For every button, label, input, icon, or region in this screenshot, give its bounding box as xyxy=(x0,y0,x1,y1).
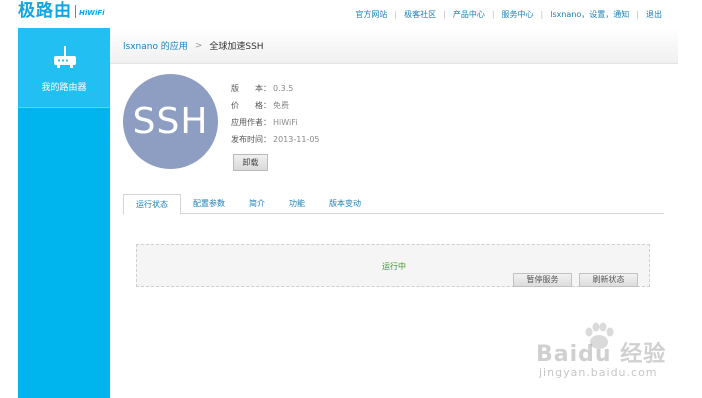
logo-text: 极路由 xyxy=(18,1,72,21)
price-label: 价 格： xyxy=(231,101,271,110)
author-value: HiWiFi xyxy=(273,118,298,127)
running-status-text: 运行中 xyxy=(382,262,406,271)
version-value: 0.3.5 xyxy=(273,84,294,93)
top-nav: 官方网站 | 极客社区 | 产品中心 | 服务中心 | lsxnano，设置，通… xyxy=(355,9,662,20)
nav-service-center[interactable]: 服务中心 xyxy=(502,9,534,20)
hiwifi-logo[interactable]: 极路由 HiWiFi xyxy=(18,1,105,21)
detail-row-release-date: 发布时间： 2013-11-05 xyxy=(231,135,320,152)
pause-service-button[interactable]: 暂停服务 xyxy=(513,273,572,287)
nav-user-settings[interactable]: lsxnano，设置，通知 xyxy=(550,9,629,20)
version-label: 版 本： xyxy=(231,84,271,93)
detail-row-price: 价 格： 免费 xyxy=(231,101,320,118)
status-panel: 运行中 暂停服务 刷新状态 xyxy=(136,244,650,287)
refresh-status-button[interactable]: 刷新状态 xyxy=(579,273,638,287)
nav-logout[interactable]: 退出 xyxy=(646,9,662,20)
nav-divider: | xyxy=(491,10,495,19)
nav-geek-community[interactable]: 极客社区 xyxy=(404,9,436,20)
logo-divider xyxy=(75,5,76,18)
watermark-text: Baidu 经验 xyxy=(536,342,667,367)
release-date-label: 发布时间： xyxy=(231,135,271,144)
app-details: 版 本： 0.3.5 价 格： 免费 应用作者： HiWiFi 发布时间： 20… xyxy=(231,84,320,152)
release-date-value: 2013-11-05 xyxy=(273,135,320,144)
breadcrumb-separator: > xyxy=(194,40,203,51)
breadcrumb-my-apps-link[interactable]: lsxnano 的应用 xyxy=(123,39,188,52)
tab-bar: 运行状态 配置参数 简介 功能 版本变动 xyxy=(123,194,664,215)
tab-version-changes[interactable]: 版本变动 xyxy=(317,194,373,214)
breadcrumb: lsxnano 的应用 > 全球加速SSH xyxy=(110,28,678,64)
router-icon xyxy=(54,46,76,68)
detail-row-author: 应用作者： HiWiFi xyxy=(231,118,320,135)
nav-divider: | xyxy=(443,10,446,19)
price-value: 免费 xyxy=(273,101,289,110)
uninstall-button[interactable]: 卸载 xyxy=(233,154,268,171)
nav-official-site[interactable]: 官方网站 xyxy=(355,9,387,20)
sidebar-item-my-router[interactable]: 我的路由器 xyxy=(18,28,110,108)
tab-running-status[interactable]: 运行状态 xyxy=(123,194,181,215)
nav-product-center[interactable]: 产品中心 xyxy=(453,9,485,20)
nav-divider: | xyxy=(394,10,398,19)
logo-subtext: HiWiFi xyxy=(79,9,105,17)
nav-divider: | xyxy=(540,10,544,19)
tab-intro[interactable]: 简介 xyxy=(237,194,277,214)
app-avatar: SSH xyxy=(123,74,218,169)
baidu-watermark: Baidu 经验 jingyan.baidu.com xyxy=(536,322,666,384)
sidebar: 我的路由器 xyxy=(18,28,110,398)
app-avatar-text: SSH xyxy=(132,101,209,142)
top-header: 极路由 HiWiFi 官方网站 | 极客社区 | 产品中心 | 服务中心 | l… xyxy=(0,0,702,28)
tab-config-params[interactable]: 配置参数 xyxy=(181,194,237,214)
sidebar-item-label: 我的路由器 xyxy=(41,83,87,93)
nav-divider: | xyxy=(636,10,639,19)
detail-row-version: 版 本： 0.3.5 xyxy=(231,84,320,101)
author-label: 应用作者： xyxy=(231,118,271,127)
tab-features[interactable]: 功能 xyxy=(277,194,317,214)
breadcrumb-current: 全球加速SSH xyxy=(209,42,264,52)
watermark-url: jingyan.baidu.com xyxy=(539,366,658,379)
